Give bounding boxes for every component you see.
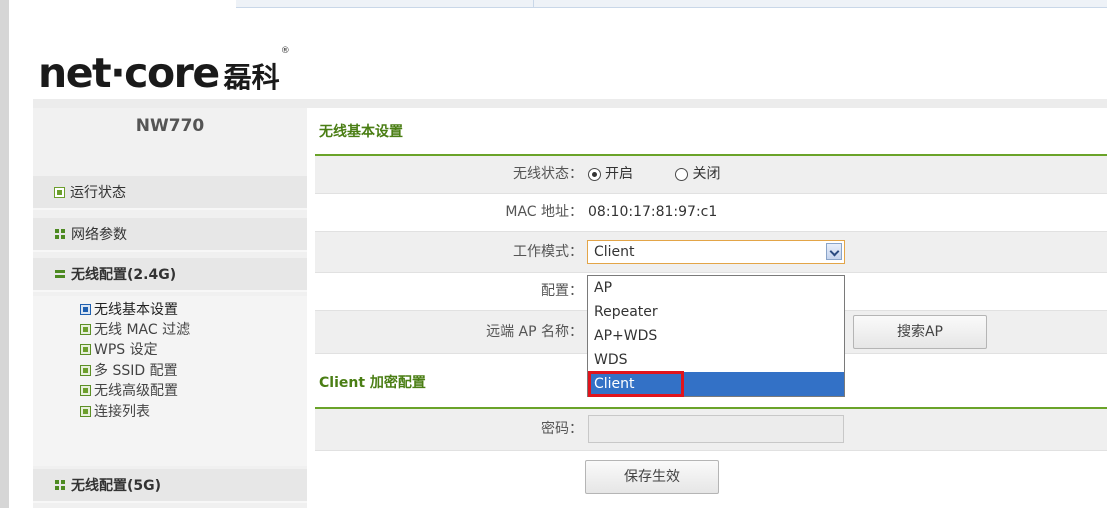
grid-icon xyxy=(55,229,65,239)
work-mode-dropdown: AP Repeater AP+WDS WDS Client xyxy=(587,275,845,397)
submenu-item-label: 无线高级配置 xyxy=(94,383,178,399)
sidebar-item-network[interactable]: 网络参数 xyxy=(33,218,307,252)
top-bar xyxy=(236,0,1107,8)
sidebar-item-label: 无线配置(5G) xyxy=(71,478,162,494)
submenu-item-wps[interactable]: WPS 设定 xyxy=(80,339,158,359)
submenu-item-multi-ssid[interactable]: 多 SSID 配置 xyxy=(80,360,178,380)
registered-mark: ® xyxy=(280,46,290,56)
row-mac-address: MAC 地址： 08:10:17:81:97:c1 xyxy=(315,194,1107,232)
option-ap-wds[interactable]: AP+WDS xyxy=(588,324,844,348)
option-wds[interactable]: WDS xyxy=(588,348,844,372)
row-work-mode: 工作模式： Client xyxy=(315,232,1107,273)
radio-off[interactable]: 关闭 xyxy=(675,156,720,193)
label-remote-ap: 远端 AP 名称： xyxy=(486,324,583,340)
logo-cn: 磊科 xyxy=(223,61,280,94)
save-button[interactable]: 保存生效 xyxy=(585,460,719,494)
grid-icon xyxy=(55,480,65,490)
square-icon xyxy=(80,343,91,355)
row-password: 密码： xyxy=(315,409,1107,451)
submenu-item-label: WPS 设定 xyxy=(94,342,158,358)
square-icon xyxy=(80,364,91,376)
window-left-edge xyxy=(0,0,9,508)
logo-text: net·core xyxy=(38,49,220,97)
submenu-item-label: 多 SSID 配置 xyxy=(94,363,178,379)
label-wireless-status: 无线状态： xyxy=(513,166,583,182)
model-name: NW770 xyxy=(33,108,307,176)
top-bar-divider xyxy=(533,0,534,7)
sidebar-item-label: 无线配置(2.4G) xyxy=(71,267,177,283)
bars-icon xyxy=(55,269,65,279)
square-icon xyxy=(54,186,65,198)
option-ap[interactable]: AP xyxy=(588,276,844,300)
square-icon xyxy=(80,323,91,335)
search-ap-button[interactable]: 搜索AP xyxy=(853,315,987,349)
submenu-item-advanced[interactable]: 无线高级配置 xyxy=(80,380,178,400)
chevron-down-icon[interactable] xyxy=(826,243,842,260)
arrow-right-icon xyxy=(80,303,91,315)
sidebar: NW770 运行状态 网络参数 无线配置(2.4G) 无线基本设置 无线 MAC… xyxy=(33,108,307,508)
submenu-item-label: 无线 MAC 过滤 xyxy=(94,322,191,338)
label-config: 配置： xyxy=(541,283,583,299)
netcore-logo: net·core 磊科 ® xyxy=(38,44,290,94)
sidebar-item-wireless-5g[interactable]: 无线配置(5G) xyxy=(33,469,307,503)
label-work-mode: 工作模式： xyxy=(513,244,583,260)
row-wireless-status: 无线状态： 开启 关闭 xyxy=(315,156,1107,194)
radio-checked-icon xyxy=(588,168,601,181)
header-rule xyxy=(33,99,1107,108)
submenu-wireless-24g: 无线基本设置 无线 MAC 过滤 WPS 设定 多 SSID 配置 无线高级配置… xyxy=(33,296,307,466)
sidebar-item-label: 网络参数 xyxy=(71,227,127,243)
submenu-item-label: 连接列表 xyxy=(94,404,150,420)
wireless-status-radios: 开启 关闭 xyxy=(588,156,758,193)
radio-unchecked-icon xyxy=(675,168,689,181)
work-mode-select[interactable]: Client xyxy=(587,240,845,264)
submenu-item-mac-filter[interactable]: 无线 MAC 过滤 xyxy=(80,319,191,339)
option-repeater[interactable]: Repeater xyxy=(588,300,844,324)
sidebar-item-label: 运行状态 xyxy=(70,185,126,201)
label-mac-address: MAC 地址： xyxy=(505,204,583,220)
main-content: 无线基本设置 无线状态： 开启 关闭 MAC 地址： 08:10:17:81:9… xyxy=(315,108,1107,508)
submenu-item-connection-list[interactable]: 连接列表 xyxy=(80,401,150,421)
square-icon xyxy=(80,405,91,417)
label-password: 密码： xyxy=(541,421,583,437)
password-input[interactable] xyxy=(588,415,844,443)
radio-on[interactable]: 开启 xyxy=(588,156,633,193)
option-client[interactable]: Client xyxy=(588,371,844,397)
mac-address-value: 08:10:17:81:97:c1 xyxy=(588,204,718,220)
submenu-item-label: 无线基本设置 xyxy=(94,302,178,318)
highlight-box xyxy=(588,371,684,397)
square-icon xyxy=(80,384,91,396)
work-mode-selected: Client xyxy=(594,244,635,260)
sidebar-item-status[interactable]: 运行状态 xyxy=(33,176,307,210)
section-title-basic: 无线基本设置 xyxy=(319,124,403,140)
submenu-item-basic[interactable]: 无线基本设置 xyxy=(80,299,178,319)
sidebar-item-wireless-24g[interactable]: 无线配置(2.4G) xyxy=(33,258,307,292)
